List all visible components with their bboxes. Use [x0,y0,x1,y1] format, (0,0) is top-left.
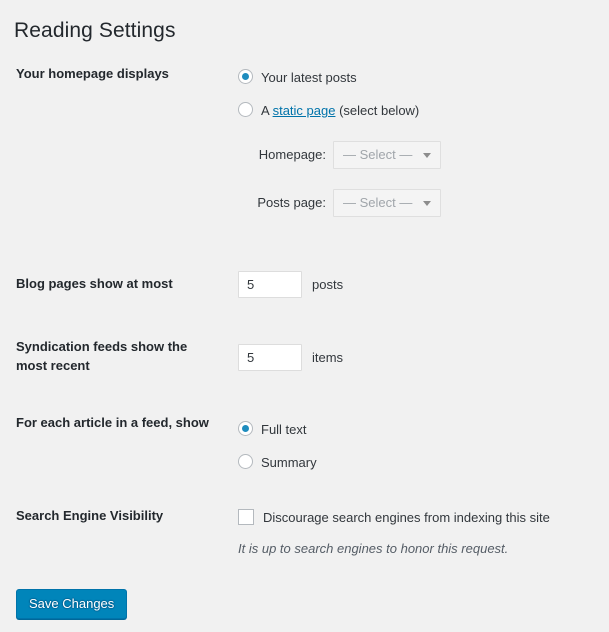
syndication-feeds-field: items [238,344,343,371]
row-label-homepage-displays: Your homepage displays [16,66,169,81]
static-page-link[interactable]: static page [273,103,336,118]
syndication-feeds-unit: items [312,350,344,365]
row-label-syndication-feeds: Syndication feeds show the most recent [16,339,188,373]
radio-latest-posts[interactable] [238,69,253,85]
static-page-selects: Homepage: — Select — Posts page: — Selec… [238,140,441,217]
checkbox-label-discourage: Discourage search engines from indexing … [263,510,550,526]
radio-label-static-page: A static page (select below) [261,101,419,120]
feed-article-field: Full text Summary [238,416,317,474]
radio-static-page[interactable] [238,102,253,118]
radio-label-latest-posts: Your latest posts [261,70,357,86]
radio-option-latest-posts[interactable]: Your latest posts [238,64,441,89]
discourage-search-engines-checkbox[interactable] [238,508,254,525]
blog-pages-field: posts [238,271,343,298]
homepage-select-label: Homepage: [258,147,326,162]
posts-page-select-row: Posts page: — Select — [238,188,441,217]
radio-summary[interactable] [238,454,253,470]
radio-full-text[interactable] [238,421,253,437]
search-visibility-hint: It is up to search engines to honor this… [238,541,509,556]
radio-option-full-text[interactable]: Full text [238,416,317,441]
static-page-prefix: A [261,103,273,119]
row-label-feed-article: For each article in a feed, show [16,415,209,430]
row-label-search-visibility: Search Engine Visibility [16,508,164,523]
blog-pages-unit: posts [312,277,344,292]
checkbox-option-discourage[interactable]: Discourage search engines from indexing … [238,504,550,529]
radio-label-full-text: Full text [261,422,307,438]
row-label-blog-pages: Blog pages show at most [16,276,173,291]
reading-settings-page: Reading Settings Your homepage displays … [0,0,609,632]
chevron-down-icon [423,152,431,158]
posts-page-select[interactable]: — Select — [333,188,441,217]
posts-page-select-label: Posts page: [257,195,326,210]
radio-label-summary: Summary [261,455,317,471]
radio-option-static-page[interactable]: A static page (select below) [238,97,441,122]
page-title: Reading Settings [14,19,176,43]
search-visibility-field: Discourage search engines from indexing … [238,504,550,558]
chevron-down-icon [423,200,431,206]
homepage-select-value: — Select — [343,146,413,162]
syndication-feeds-input[interactable] [238,344,302,371]
save-changes-button[interactable]: Save Changes [16,589,128,619]
posts-page-select-value: — Select — [343,194,413,210]
blog-pages-input[interactable] [238,271,302,298]
homepage-select[interactable]: — Select — [333,140,441,169]
radio-option-summary[interactable]: Summary [238,449,317,474]
static-page-suffix: (select below) [335,103,420,119]
homepage-displays-field: Your latest posts A static page (select … [238,64,441,217]
homepage-select-row: Homepage: — Select — [238,140,441,169]
